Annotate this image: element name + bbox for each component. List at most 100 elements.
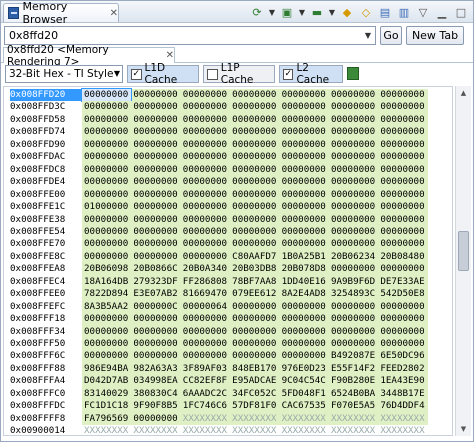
memory-cell[interactable]: 00000000 — [181, 238, 230, 250]
memory-row[interactable]: 0x008FFD58 00000000 00000000 00000000 000000… — [4, 113, 452, 127]
memory-address[interactable]: 0x008FFF50 — [10, 338, 82, 350]
memory-cell[interactable]: 00000000 — [378, 101, 427, 113]
memory-cell[interactable]: 00000000 — [131, 326, 180, 338]
memory-row[interactable]: 0x008FFF50 00000000 00000000 00000000 000000… — [4, 338, 452, 351]
memory-cell[interactable]: 00000000 — [329, 139, 378, 151]
memory-cell[interactable]: 079EE612 — [230, 288, 279, 300]
cache-options-icon[interactable] — [347, 67, 359, 80]
memory-row[interactable]: 0x008FFE1C 01000000 00000000 00000000 000000… — [4, 201, 452, 214]
memory-cell[interactable]: 20B0866C — [131, 263, 180, 275]
memory-cell[interactable]: CAC67535 — [280, 400, 329, 412]
memory-cell[interactable]: 00000000 — [378, 89, 427, 101]
memory-cell[interactable]: CC82EF8F — [181, 375, 230, 387]
memory-cell[interactable]: 00000000 — [280, 126, 329, 138]
chevron-down-icon[interactable]: ▼ — [328, 4, 336, 20]
memory-cell[interactable]: 00000000 — [131, 164, 180, 176]
memory-cell[interactable]: 00000000 — [82, 214, 131, 226]
memory-row[interactable]: 0x008FFE70 00000000 00000000 00000000 000000… — [4, 238, 452, 251]
memory-address[interactable]: 0x008FFD3C — [10, 101, 82, 113]
memory-cell[interactable]: 18A164DB — [82, 276, 131, 288]
memory-cell[interactable]: 00000000 — [181, 251, 230, 263]
memory-row[interactable]: 0x008FFFA4 D042D7AB 034998EA CC82EF8F E95ADC… — [4, 375, 452, 388]
memory-cell[interactable]: 78BF7AA8 — [230, 276, 279, 288]
memory-cell[interactable]: 00000000 — [280, 139, 329, 151]
memory-cell[interactable]: 982A63A3 — [131, 363, 180, 375]
memory-cell[interactable]: 00000000 — [181, 151, 230, 163]
memory-address[interactable]: 0x008FFDAC — [10, 151, 82, 163]
memory-row[interactable]: 0x008FFF6C 00000000 00000000 00000000 000000… — [4, 350, 452, 363]
memory-cell[interactable]: 00000000 — [329, 126, 378, 138]
memory-cell[interactable]: 00000000 — [82, 350, 131, 362]
memory-cell[interactable]: XXXXXXXX — [280, 413, 329, 425]
memory-cell[interactable]: 8A3B5AA2 — [82, 301, 131, 313]
l1p-checkbox[interactable]: ✓ — [207, 68, 218, 80]
memory-cell[interactable]: 00000000 — [280, 201, 329, 213]
memory-row[interactable]: 0x008FFE8C 00000000 00000000 00000000 C80AAF… — [4, 250, 452, 264]
memory-row[interactable]: 0x008FFDE4 00000000 00000000 00000000 000000… — [4, 176, 452, 189]
memory-cell[interactable]: 1B0A25B1 — [280, 251, 329, 263]
memory-cell[interactable]: 1DD40E16 — [280, 276, 329, 288]
memory-cell[interactable]: 00000000 — [230, 89, 279, 101]
format-select[interactable]: 32-Bit Hex - TI Style ▼ — [5, 65, 123, 83]
memory-row[interactable]: 0x008FFF18 00000000 00000000 00000000 000000… — [4, 313, 452, 326]
memory-cell[interactable]: 00000000 — [280, 189, 329, 201]
memory-cell[interactable]: E55F14F2 — [329, 363, 378, 375]
chevron-down-icon[interactable]: ▼ — [268, 4, 276, 20]
memory-cell[interactable]: 20B08480 — [378, 251, 427, 263]
memory-cell[interactable]: 00000000 — [82, 251, 131, 263]
memory-cell[interactable]: 00000000 — [131, 201, 180, 213]
memory-address[interactable]: 0x008FFEFC — [10, 301, 82, 313]
memory-cell[interactable]: 00000000 — [378, 126, 427, 138]
memory-cell[interactable]: 20B06098 — [82, 263, 131, 275]
memory-cell[interactable]: 00000000 — [329, 151, 378, 163]
memory-cell[interactable]: XXXXXXXX — [82, 425, 131, 435]
memory-row[interactable]: 0x008FFEC4 18A164DB 279323DF FF286808 78BF7A… — [4, 275, 452, 289]
memory-cell[interactable]: C80AAFD7 — [230, 251, 279, 263]
memory-address[interactable]: 0x008FFD90 — [10, 139, 82, 151]
forward-icon[interactable]: ◇ — [358, 4, 374, 20]
memory-cell[interactable]: 00000000 — [329, 263, 378, 275]
memory-cell[interactable]: 00000000 — [131, 413, 180, 425]
refresh-icon[interactable]: ⟳ — [249, 4, 265, 20]
memory-row[interactable]: 0x008FFFDC FC1D1C18 9F90F8B5 1FC746C6 57DF81… — [4, 400, 452, 413]
memory-browser-tab[interactable]: Memory Browser ✕ — [3, 0, 119, 26]
memory-cell[interactable]: XXXXXXXX — [378, 413, 427, 425]
memory-cell[interactable]: 00000000 — [181, 126, 230, 138]
memory-row[interactable]: 0x008FFF34 00000000 00000000 00000000 000000… — [4, 325, 452, 338]
memory-cell[interactable]: 00000000 — [230, 151, 279, 163]
memory-cell[interactable]: 00000000 — [230, 201, 279, 213]
maximize-icon[interactable]: □ — [453, 4, 469, 20]
memory-cell[interactable]: 00000000 — [82, 101, 131, 113]
memory-cell[interactable]: 00000000 — [329, 114, 378, 126]
memory-cell[interactable]: 83140029 — [82, 388, 131, 400]
memory-cell[interactable]: 00000000 — [82, 189, 131, 201]
memory-row[interactable]: 0x008FFE00 00000000 00000000 00000000 000000… — [4, 188, 452, 202]
memory-cell[interactable]: F90B280E — [329, 375, 378, 387]
memory-cell[interactable]: 00000000 — [329, 301, 378, 313]
load-memory-icon[interactable]: ▬ — [309, 4, 325, 20]
memory-cell[interactable]: 3254893C — [329, 288, 378, 300]
memory-cell[interactable]: D042D7AB — [82, 375, 131, 387]
memory-cell[interactable]: 00000000 — [82, 164, 131, 176]
memory-address[interactable]: 0x008FFFA4 — [10, 375, 82, 387]
memory-address[interactable]: 0x008FFE70 — [10, 238, 82, 250]
memory-cell[interactable]: 00000000 — [280, 164, 329, 176]
memory-row[interactable]: 0x008FFE54 00000000 00000000 00000000 000000… — [4, 225, 452, 239]
memory-grid[interactable]: 0x008FFD20 00000000 00000000 00000000 000000… — [3, 86, 453, 436]
chevron-down-icon[interactable]: ▼ — [362, 27, 374, 44]
memory-cell[interactable]: 00000000 — [131, 313, 180, 325]
memory-cell[interactable]: 00000000 — [329, 189, 378, 201]
memory-cell[interactable]: 00000000 — [230, 126, 279, 138]
memory-address[interactable]: 0x008FFF34 — [10, 326, 82, 338]
memory-cell[interactable]: 279323DF — [131, 276, 180, 288]
memory-address[interactable]: 0x008FFF6C — [10, 350, 82, 362]
memory-address[interactable]: 0x008FFFC0 — [10, 388, 82, 400]
memory-cell[interactable]: 00000000 — [181, 226, 230, 238]
memory-cell[interactable]: 00000000 — [329, 338, 378, 350]
memory-address[interactable]: 0x008FFD74 — [10, 126, 82, 138]
memory-cell[interactable]: 00000000 — [230, 114, 279, 126]
memory-cell[interactable]: 6AAADC2C — [181, 388, 230, 400]
memory-cell[interactable]: 00000000 — [280, 226, 329, 238]
memory-cell[interactable]: 34FC052C — [230, 388, 279, 400]
memory-cell[interactable]: 00000000 — [378, 301, 427, 313]
